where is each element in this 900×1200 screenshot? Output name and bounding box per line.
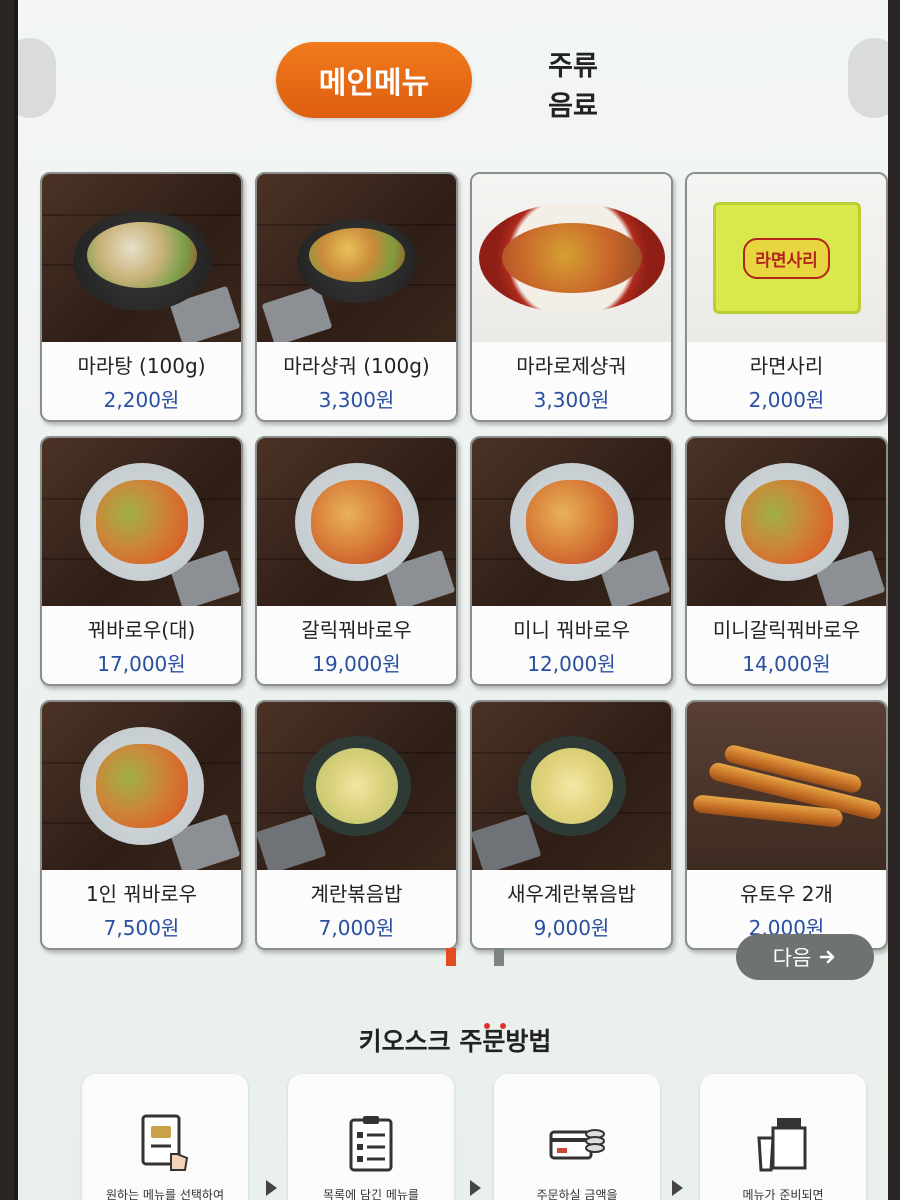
next-button-label: 다음 <box>772 946 812 970</box>
food-photo <box>42 438 241 606</box>
menu-item-name: 1인 꿔바로우 <box>85 882 198 906</box>
menu-item-card[interactable]: 마라탕 (100g) 2,200원 <box>40 172 243 422</box>
food-photo <box>472 702 671 870</box>
package-label: 라면사리 <box>743 237 830 279</box>
step-caption: 메뉴가 준비되면 <box>742 1188 824 1200</box>
menu-item-price: 2,200원 <box>103 388 180 412</box>
step-arrow-icon <box>266 1180 277 1196</box>
tab-drinks[interactable]: 음료 <box>533 84 613 123</box>
menu-item-card[interactable]: 1인 꿔바로우 7,500원 <box>40 700 243 950</box>
tab-main-menu[interactable]: 메인메뉴 <box>276 42 472 118</box>
menu-item-card[interactable]: 계란볶음밥 7,000원 <box>255 700 458 950</box>
menu-item-price: 7,500원 <box>103 916 180 940</box>
menu-item-name: 미니 꿔바로우 <box>513 618 630 642</box>
card-payment-icon <box>549 1129 605 1160</box>
menu-item-card[interactable]: 마라로제샹궈 3,300원 <box>470 172 673 422</box>
menu-item-price: 19,000원 <box>312 652 401 676</box>
menu-item-name: 새우계란볶음밥 <box>507 882 636 906</box>
noodle-package: 라면사리 <box>712 202 861 314</box>
food-photo <box>472 174 671 342</box>
menu-item-name: 라면사리 <box>749 354 824 378</box>
step-caption: 원하는 메뉴를 선택하여 <box>105 1188 225 1200</box>
step-arrow-icon <box>672 1180 683 1196</box>
next-button[interactable]: 다음 <box>736 934 874 980</box>
menu-item-price: 14,000원 <box>742 652 831 676</box>
menu-item-card[interactable]: 미니갈릭꿔바로우 14,000원 <box>685 436 888 686</box>
food-photo <box>42 174 241 342</box>
arrow-right-icon <box>820 950 835 964</box>
food-photo <box>257 174 456 342</box>
step-arrow-icon <box>470 1180 481 1196</box>
food-photo <box>257 702 456 870</box>
menu-item-card[interactable]: 라면사리 라면사리 2,000원 <box>685 172 888 422</box>
howto-step: 원하는 메뉴를 선택하여 <box>82 1074 248 1200</box>
takeout-bag-icon <box>757 1118 807 1172</box>
menu-item-name: 마라탕 (100g) <box>77 354 206 378</box>
menu-grid: 마라탕 (100g) 2,200원 마라샹궈 (100g) 3,300원 마라로… <box>40 172 888 950</box>
food-photo <box>687 702 886 870</box>
menu-item-price: 3,300원 <box>533 388 610 412</box>
step-caption: 목록에 담긴 메뉴를 <box>323 1188 419 1200</box>
menu-item-price: 3,300원 <box>318 388 395 412</box>
menu-item-price: 2,000원 <box>748 388 825 412</box>
menu-item-card[interactable]: 유토우 2개 2,000원 <box>685 700 888 950</box>
food-photo <box>257 438 456 606</box>
category-tabs: 메인메뉴 주류 음료 <box>18 38 888 128</box>
menu-select-icon <box>141 1114 189 1171</box>
food-photo <box>687 438 886 606</box>
menu-item-price: 7,000원 <box>318 916 395 940</box>
howto-step: 메뉴가 준비되면 <box>700 1074 866 1200</box>
food-photo: 라면사리 <box>687 174 886 342</box>
menu-item-card[interactable]: 새우계란볶음밥 9,000원 <box>470 700 673 950</box>
clipboard-list-icon <box>349 1116 393 1172</box>
menu-item-card[interactable]: 갈릭꿔바로우 19,000원 <box>255 436 458 686</box>
menu-item-card[interactable]: 미니 꿔바로우 12,000원 <box>470 436 673 686</box>
food-photo <box>472 438 671 606</box>
kiosk-screen: 메인메뉴 주류 음료 마라탕 (100g) 2,200원 마라샹궈 (100g)… <box>14 0 888 1200</box>
menu-item-name: 마라샹궈 (100g) <box>283 354 430 378</box>
menu-item-name: 계란볶음밥 <box>310 882 403 906</box>
food-photo <box>42 702 241 870</box>
page-dot-active[interactable] <box>446 948 456 966</box>
menu-item-name: 꿔바로우(대) <box>87 618 196 642</box>
menu-item-price: 9,000원 <box>533 916 610 940</box>
menu-item-price: 17,000원 <box>97 652 186 676</box>
menu-item-name: 마라로제샹궈 <box>516 354 627 378</box>
tab-liquor[interactable]: 주류 <box>533 44 613 83</box>
menu-item-price: 12,000원 <box>527 652 616 676</box>
menu-item-name: 갈릭꿔바로우 <box>301 618 412 642</box>
menu-item-card[interactable]: 마라샹궈 (100g) 3,300원 <box>255 172 458 422</box>
menu-item-card[interactable]: 꿔바로우(대) 17,000원 <box>40 436 243 686</box>
howto-title: 키오스크 주문방법 <box>358 1027 552 1056</box>
howto-step: 목록에 담긴 메뉴를 <box>288 1074 454 1200</box>
page-dot[interactable] <box>494 948 504 966</box>
step-caption: 주문하실 금액을 <box>536 1188 618 1200</box>
howto-step: 주문하실 금액을 <box>494 1074 660 1200</box>
menu-item-name: 미니갈릭꿔바로우 <box>712 618 861 642</box>
menu-item-name: 유토우 2개 <box>740 882 833 906</box>
